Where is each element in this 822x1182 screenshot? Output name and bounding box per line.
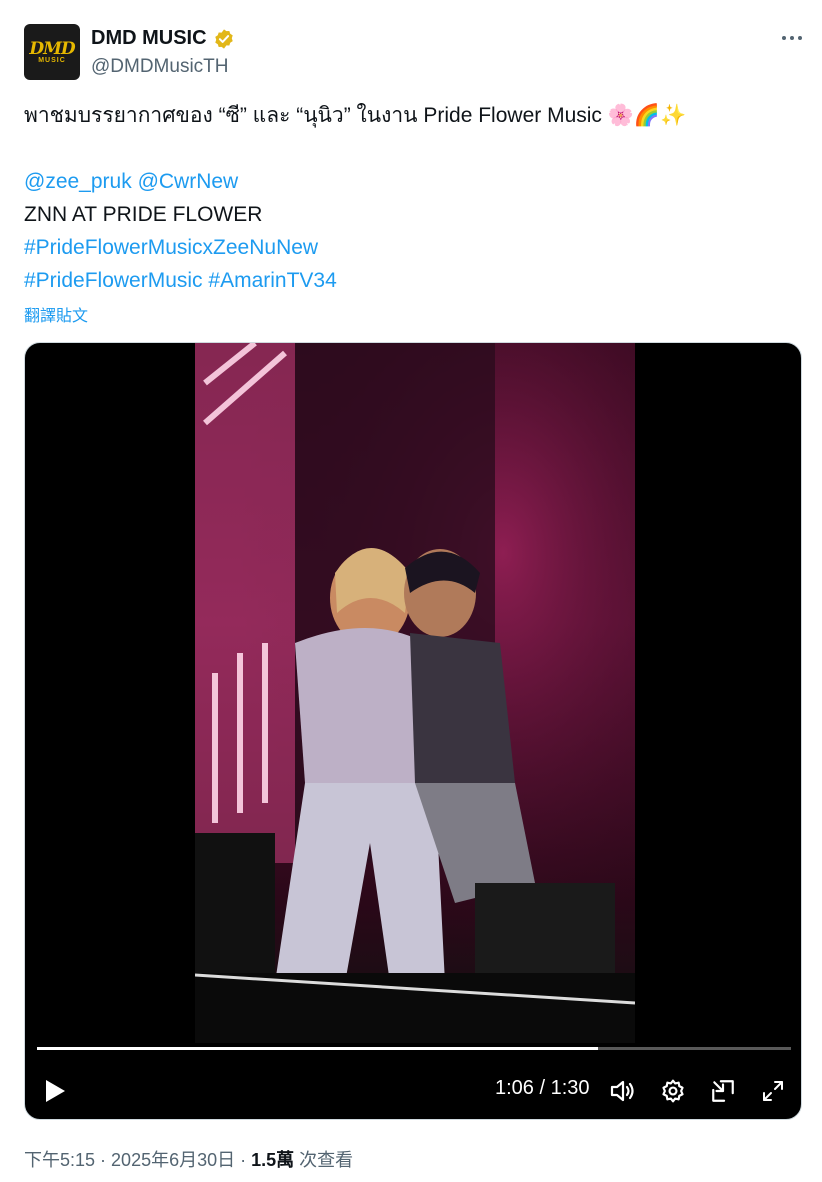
video-progress-fill [37, 1047, 598, 1050]
post-time[interactable]: 下午5:15 [24, 1150, 95, 1170]
post-date[interactable]: 2025年6月30日 [111, 1150, 235, 1170]
video-time-display: 1:06 / 1:30 [495, 1077, 590, 1099]
views-label: 次查看 [299, 1150, 354, 1170]
hashtag-link[interactable]: #PrideFlowerMusicxZeeNuNew [24, 236, 318, 260]
hashtag-link[interactable]: #AmarinTV34 [208, 269, 336, 292]
hashtag-link[interactable]: #PrideFlowerMusic [24, 269, 203, 292]
mention-link[interactable]: @zee_pruk [24, 170, 132, 193]
video-frame[interactable] [195, 343, 635, 1043]
more-options-icon[interactable] [778, 26, 806, 50]
play-button[interactable] [37, 1073, 73, 1109]
hashtags-row: #PrideFlowerMusic #AmarinTV34 [24, 269, 337, 293]
picture-in-picture-icon[interactable] [705, 1073, 741, 1109]
author-name-row[interactable]: DMD MUSIC [91, 27, 235, 50]
meta-separator: · [95, 1150, 112, 1170]
translate-post-link[interactable]: 翻譯貼文 [24, 302, 88, 326]
views-count: 1.5萬 [251, 1150, 295, 1170]
avatar[interactable]: DMD MUSIC [24, 24, 80, 80]
volume-icon[interactable] [605, 1073, 641, 1109]
video-progress-bar[interactable] [37, 1047, 791, 1050]
author-name[interactable]: DMD MUSIC [91, 27, 207, 50]
avatar-logo-text: DMD [29, 38, 75, 59]
author-handle[interactable]: @DMDMusicTH [91, 56, 229, 78]
video-player[interactable]: 1:06 / 1:30 [24, 342, 802, 1120]
post-text-line: พาชมบรรยากาศของ “ซี” และ “นุนิว” ในงาน P… [24, 104, 687, 127]
settings-gear-icon[interactable] [655, 1073, 691, 1109]
meta-separator: · [235, 1150, 252, 1170]
post-meta: 下午5:15 · 2025年6月30日 · 1.5萬 次查看 [24, 1146, 353, 1172]
mentions-row: @zee_pruk @CwrNew [24, 170, 238, 194]
mention-link[interactable]: @CwrNew [138, 170, 239, 193]
post-text-line: ZNN AT PRIDE FLOWER [24, 203, 263, 226]
avatar-logo-subtext: MUSIC [38, 56, 66, 64]
fullscreen-icon[interactable] [755, 1073, 791, 1109]
verified-badge-icon [213, 28, 235, 50]
